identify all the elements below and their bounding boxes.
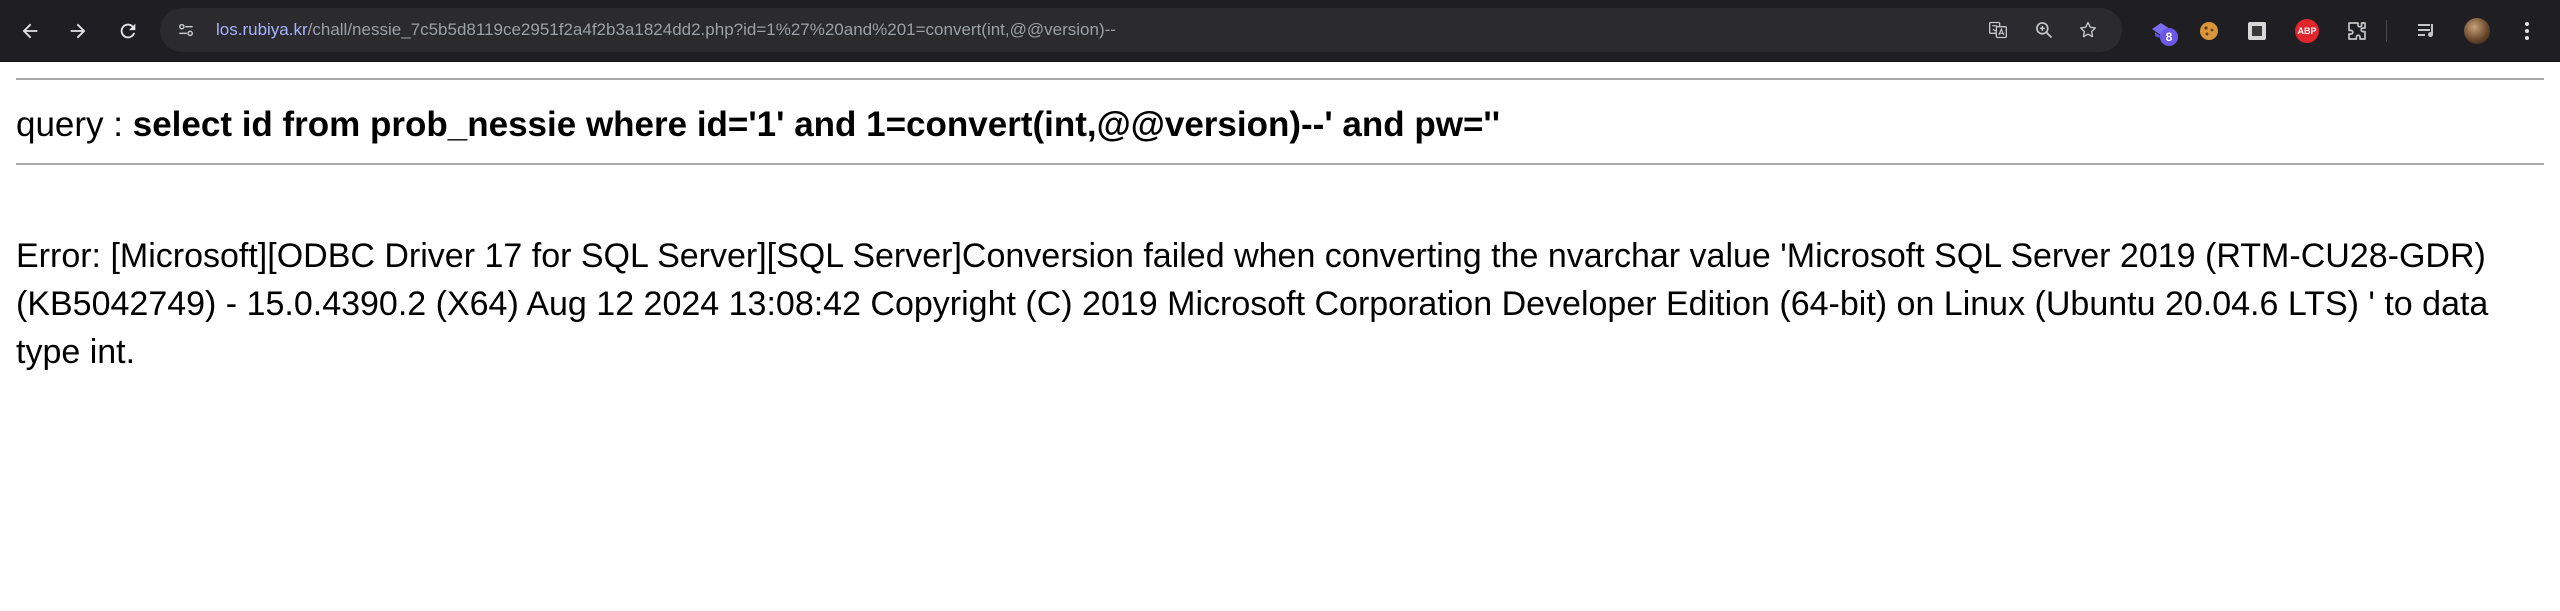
site-info-icon xyxy=(179,23,193,37)
zoom-icon xyxy=(2036,22,2053,39)
toolbar-divider xyxy=(2386,20,2387,42)
kebab-menu-icon xyxy=(2525,22,2529,40)
reload-icon xyxy=(120,23,136,39)
extension-badge: 8 xyxy=(2160,28,2178,46)
zoom-button[interactable] xyxy=(2032,18,2056,42)
url-path: /chall/nessie_7c5b5d8119ce2951f2a4f2b3a1… xyxy=(307,20,1116,39)
query-label: query : xyxy=(16,105,133,144)
forward-button[interactable] xyxy=(62,15,94,47)
profile-avatar xyxy=(2464,18,2490,44)
media-controls-button[interactable] xyxy=(2412,16,2442,46)
cookie-icon xyxy=(2200,22,2218,40)
extension-button-1[interactable]: 8 xyxy=(2146,16,2178,46)
extensions-menu-button[interactable] xyxy=(2342,16,2372,46)
browser-menu-button[interactable] xyxy=(2512,16,2542,46)
url-text[interactable]: los.rubiya.kr/chall/nessie_7c5b5d8119ce2… xyxy=(216,8,1116,52)
horizontal-rule-top xyxy=(16,78,2544,80)
query-line: query : select id from prob_nessie where… xyxy=(16,102,1500,148)
address-bar[interactable]: los.rubiya.kr/chall/nessie_7c5b5d8119ce2… xyxy=(160,8,2122,52)
adblock-button[interactable]: ABP xyxy=(2292,16,2322,46)
back-button[interactable] xyxy=(14,15,46,47)
error-message: Error: [Microsoft][ODBC Driver 17 for SQ… xyxy=(16,237,2489,371)
translate-icon xyxy=(1989,21,2007,39)
site-info-button[interactable] xyxy=(174,18,198,42)
horizontal-rule-bottom xyxy=(16,163,2544,165)
query-sql: select id from prob_nessie where id='1' … xyxy=(132,105,1501,144)
page-content: query : select id from prob_nessie where… xyxy=(0,62,2560,611)
bookmark-star-button[interactable] xyxy=(2076,18,2100,42)
translate-button[interactable] xyxy=(1986,18,2010,42)
extension-button-3[interactable] xyxy=(2242,16,2272,46)
profile-button[interactable] xyxy=(2462,16,2492,46)
back-arrow-icon xyxy=(22,23,38,39)
square-icon xyxy=(2248,22,2266,40)
reload-button[interactable] xyxy=(112,15,144,47)
extension-button-2[interactable] xyxy=(2194,16,2224,46)
url-domain: los.rubiya.kr xyxy=(216,20,308,39)
puzzle-icon xyxy=(2348,22,2366,40)
forward-arrow-icon xyxy=(70,23,86,39)
media-icon xyxy=(2418,24,2434,38)
browser-toolbar: los.rubiya.kr/chall/nessie_7c5b5d8119ce2… xyxy=(0,0,2560,62)
adblock-icon: ABP xyxy=(2295,19,2319,43)
star-icon xyxy=(2079,21,2097,38)
